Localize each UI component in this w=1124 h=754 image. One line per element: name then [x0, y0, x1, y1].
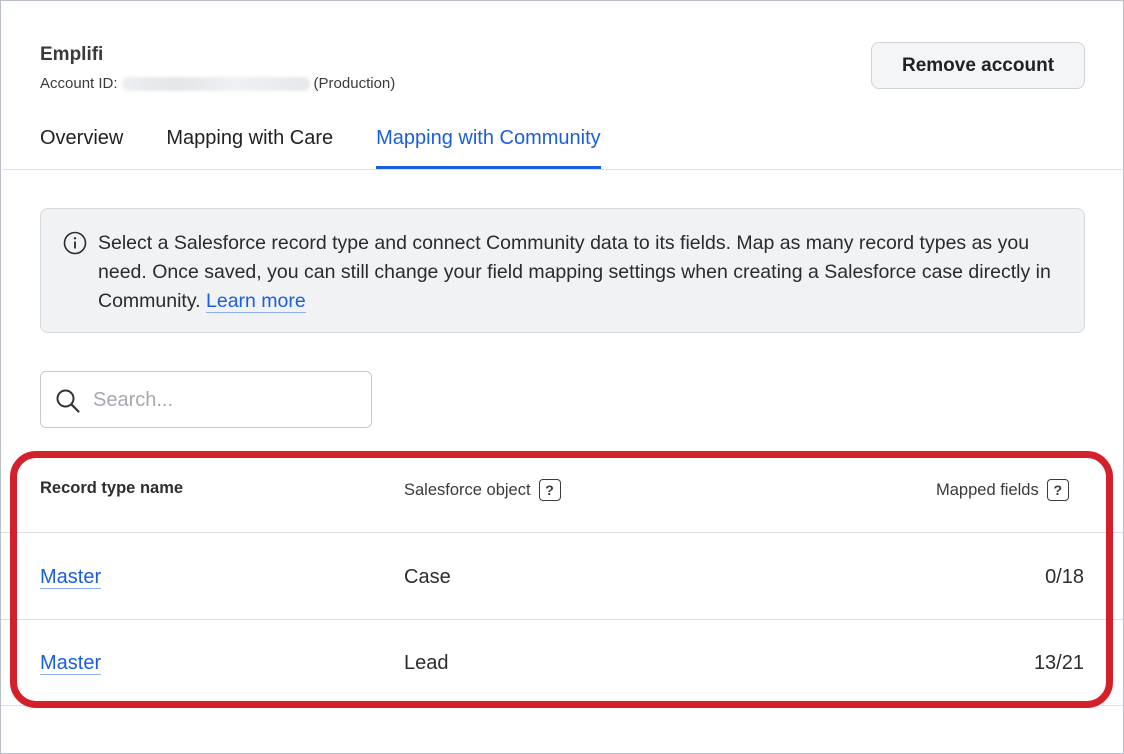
info-banner: Select a Salesforce record type and conn… — [40, 208, 1085, 333]
search-input[interactable] — [93, 382, 358, 418]
learn-more-link[interactable]: Learn more — [206, 290, 306, 313]
table-highlight-outline — [10, 451, 1113, 708]
app-frame: Emplifi Account ID: (Production) Remove … — [0, 0, 1124, 754]
account-environment: (Production) — [313, 75, 396, 92]
account-id-label: Account ID: — [40, 75, 118, 92]
info-icon — [63, 231, 87, 255]
tab-mapping-with-community[interactable]: Mapping with Community — [376, 121, 601, 169]
tab-mapping-with-care[interactable]: Mapping with Care — [166, 121, 333, 169]
search-icon — [56, 389, 80, 413]
account-id-row: Account ID: (Production) — [40, 75, 395, 92]
tabs-divider — [2, 169, 1122, 170]
redacted-account-id — [121, 76, 310, 91]
search-box — [40, 371, 372, 428]
tab-bar: Overview Mapping with Care Mapping with … — [40, 121, 644, 169]
info-text: Select a Salesforce record type and conn… — [98, 229, 1068, 316]
account-name: Emplifi — [40, 44, 104, 65]
tab-overview[interactable]: Overview — [40, 121, 123, 169]
remove-account-button[interactable]: Remove account — [871, 42, 1085, 89]
